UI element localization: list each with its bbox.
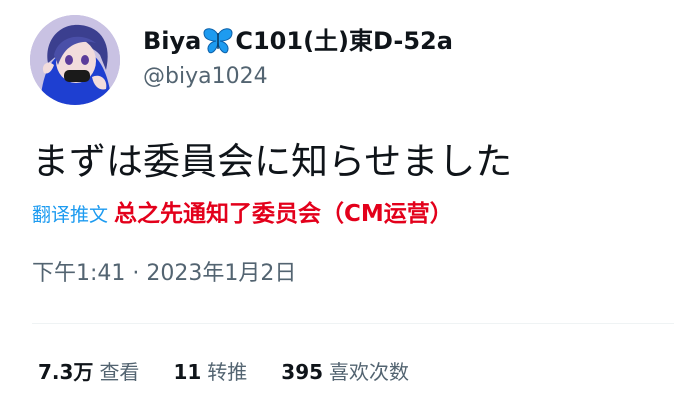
likes-count: 395 [281, 360, 324, 384]
views-stat[interactable]: 7.3万 查看 [38, 357, 139, 387]
tweet-timestamp[interactable]: 下午1:41 · 2023年1月2日 [32, 258, 296, 290]
retweets-label: 转推 [207, 360, 248, 384]
user-handle[interactable]: @biya1024 [143, 62, 268, 92]
retweets-stat[interactable]: 11 转推 [173, 357, 247, 387]
translate-tweet-link[interactable]: 翻译推文 [32, 201, 108, 229]
likes-label: 喜欢次数 [329, 360, 410, 384]
avatar[interactable] [30, 15, 120, 105]
retweets-count: 11 [173, 360, 202, 384]
views-label: 查看 [99, 360, 140, 384]
translate-row: 翻译推文 总之先通知了委员会（CM运营） [32, 197, 453, 231]
display-name-suffix: C101(土)東D-52a [235, 27, 453, 55]
butterfly-emoji-icon [202, 27, 234, 55]
tweet-text: まずは委員会に知らせました [32, 140, 513, 183]
display-name[interactable]: Biya C101(土)東D-52a [143, 24, 453, 58]
tweet-stats: 7.3万 查看 11 转推 395 喜欢次数 [38, 357, 443, 387]
translation-annotation: 总之先通知了委员会（CM运营） [114, 201, 453, 227]
views-count: 7.3万 [38, 360, 94, 384]
likes-stat[interactable]: 395 喜欢次数 [281, 357, 409, 387]
anime-girl-avatar-icon [30, 15, 120, 105]
display-name-prefix: Biya [143, 27, 202, 55]
divider [32, 323, 674, 324]
